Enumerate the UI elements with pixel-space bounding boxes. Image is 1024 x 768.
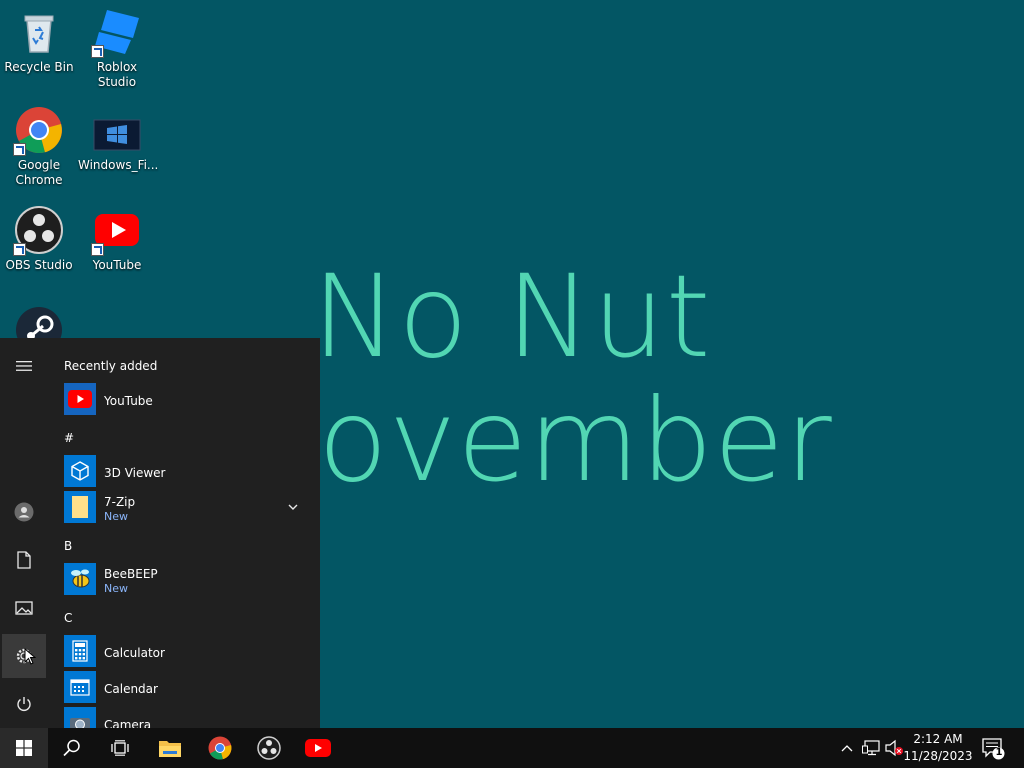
- file-explorer-taskbar-button[interactable]: [146, 728, 194, 768]
- desktop-icon-label: YouTube: [92, 258, 142, 272]
- search-icon: [63, 739, 80, 757]
- recycle-bin-icon: [15, 8, 63, 56]
- document-icon: [17, 551, 31, 569]
- desktop-icon-recycle-bin[interactable]: Recycle Bin: [0, 8, 78, 75]
- windows-wallpaper-thumbnail-icon: [93, 106, 141, 154]
- wallpaper-text-line-1: No Nut: [312, 250, 712, 383]
- desktop-icon-youtube[interactable]: YouTube: [78, 206, 156, 273]
- desktop-icon-label: Roblox Studio: [96, 60, 138, 89]
- app-item-calculator[interactable]: Calculator: [64, 635, 304, 667]
- search-button[interactable]: [48, 728, 96, 768]
- obs-studio-icon: [13, 206, 63, 256]
- app-name: Calendar: [104, 681, 158, 696]
- app-item-7-zip[interactable]: 7-Zip New: [64, 491, 304, 523]
- app-name: BeeBEEP: [104, 566, 158, 581]
- desktop-icon-label: OBS Studio: [5, 258, 73, 272]
- start-button[interactable]: [0, 728, 48, 768]
- app-name: YouTube: [104, 393, 153, 408]
- calendar-icon: [64, 671, 96, 703]
- calculator-icon: [64, 635, 96, 667]
- hamburger-icon: [16, 361, 32, 371]
- desktop-icon-windows-file[interactable]: Windows_Fi...: [78, 106, 159, 173]
- chrome-icon: [208, 736, 232, 760]
- section-header-b: B: [64, 539, 73, 553]
- expand-menu-button[interactable]: [2, 344, 46, 388]
- desktop-icon-label: Google Chrome: [15, 158, 63, 187]
- pictures-button[interactable]: [2, 586, 46, 630]
- start-app-list: Recently added YouTube # 3D Viewer 7-Zip…: [56, 338, 320, 728]
- app-item-camera[interactable]: Camera: [64, 707, 304, 728]
- folder-icon: [159, 741, 181, 757]
- task-view-button[interactable]: [96, 728, 144, 768]
- folder-icon: [64, 491, 96, 523]
- picture-icon: [15, 601, 33, 615]
- chrome-taskbar-button[interactable]: [196, 728, 244, 768]
- start-menu-rail: [0, 338, 48, 728]
- desktop-icon-label: Windows_Fi...: [78, 158, 159, 172]
- wallpaper-text-line-2: ovember: [318, 374, 833, 507]
- youtube-icon: [91, 206, 141, 256]
- youtube-tile-icon: [64, 383, 96, 415]
- new-badge: New: [104, 581, 128, 595]
- network-icon[interactable]: [862, 740, 880, 760]
- mouse-cursor-icon: [24, 648, 36, 665]
- recently-added-header: Recently added: [64, 359, 158, 373]
- app-item-beebeep[interactable]: BeeBEEP New: [64, 563, 304, 595]
- app-name: 7-Zip: [104, 494, 136, 509]
- shortcut-arrow-icon: [13, 143, 26, 156]
- power-button[interactable]: [2, 682, 46, 726]
- task-view-icon: [111, 740, 129, 756]
- app-item-3d-viewer[interactable]: 3D Viewer: [64, 455, 304, 487]
- documents-button[interactable]: [2, 538, 46, 582]
- clock[interactable]: 2:12 AM 11/28/2023: [902, 731, 974, 765]
- 3d-viewer-icon: [64, 455, 96, 487]
- obs-studio-icon: [257, 736, 281, 760]
- clock-date: 11/28/2023: [903, 749, 973, 763]
- account-button[interactable]: [2, 490, 46, 534]
- youtube-taskbar-button[interactable]: [294, 728, 342, 768]
- show-hidden-icons-chevron-up-icon[interactable]: [840, 741, 854, 760]
- taskbar: 2:12 AM 11/28/2023 1: [0, 728, 1024, 768]
- shortcut-arrow-icon: [13, 243, 26, 256]
- obs-taskbar-button[interactable]: [245, 728, 293, 768]
- chevron-down-icon[interactable]: [287, 498, 299, 517]
- desktop-icon-roblox-studio[interactable]: Roblox Studio: [78, 8, 156, 90]
- bee-icon: [64, 563, 96, 595]
- app-item-calendar[interactable]: Calendar: [64, 671, 304, 703]
- youtube-icon: [305, 739, 331, 757]
- new-badge: New: [104, 509, 128, 523]
- desktop-icon-obs-studio[interactable]: OBS Studio: [0, 206, 78, 273]
- user-avatar-icon: [14, 502, 34, 522]
- app-item-youtube[interactable]: YouTube: [64, 383, 304, 415]
- windows-logo-icon: [16, 740, 32, 756]
- app-name: Camera: [104, 717, 152, 729]
- app-name: 3D Viewer: [104, 465, 166, 480]
- power-icon: [17, 697, 31, 711]
- settings-button[interactable]: [2, 634, 46, 678]
- section-header-c: C: [64, 611, 73, 625]
- desktop-icon-label: Recycle Bin: [4, 60, 74, 74]
- shortcut-arrow-icon: [91, 243, 104, 256]
- camera-icon: [64, 707, 96, 728]
- start-menu: Recently added YouTube # 3D Viewer 7-Zip…: [0, 338, 320, 728]
- app-name: Calculator: [104, 645, 165, 660]
- chrome-icon: [13, 106, 63, 156]
- roblox-studio-icon: [91, 8, 141, 58]
- shortcut-arrow-icon: [91, 45, 104, 58]
- section-header-hash: #: [64, 431, 75, 445]
- clock-time: 2:12 AM: [913, 732, 963, 746]
- notification-count: 1: [995, 747, 1003, 758]
- action-center-button[interactable]: 1: [982, 738, 1006, 764]
- desktop-icon-google-chrome[interactable]: Google Chrome: [0, 106, 78, 188]
